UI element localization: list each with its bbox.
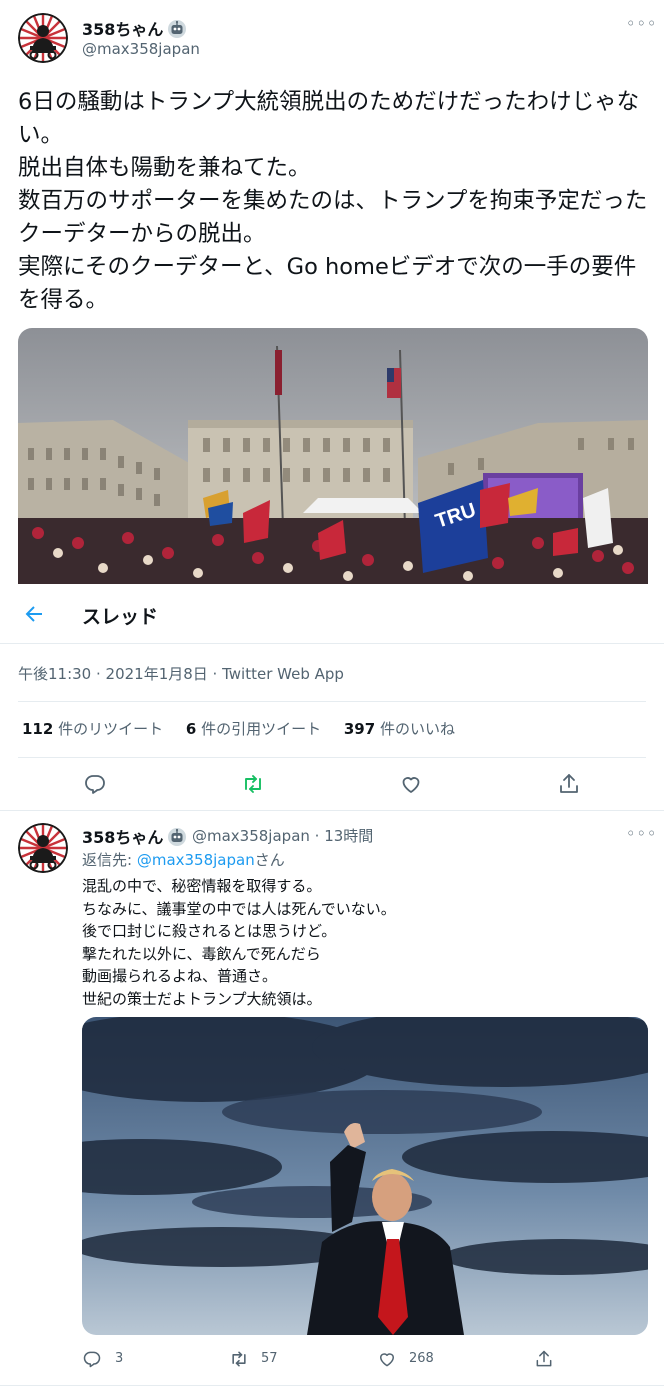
retweet-icon[interactable] bbox=[241, 772, 265, 796]
robot-badge-icon bbox=[167, 827, 187, 847]
tweet-text: 6日の騒動はトランプ大統領脱出のためだけだったわけじゃない。 脱出自体も陽動を兼… bbox=[18, 89, 648, 313]
retweet-icon[interactable] bbox=[229, 1349, 253, 1373]
retweet-count: 57 bbox=[261, 1351, 278, 1366]
crowd-flags-photo: TRU bbox=[18, 328, 648, 584]
divider bbox=[0, 810, 664, 811]
like-count-link[interactable]: 397 件のいいね bbox=[344, 718, 455, 739]
replying-to: 返信先: @max358japanさん bbox=[82, 851, 285, 869]
like-count: 268 bbox=[409, 1351, 434, 1366]
reply-photo[interactable] bbox=[82, 1017, 648, 1335]
tweet-actions bbox=[0, 768, 664, 802]
reply-icon[interactable] bbox=[83, 772, 107, 796]
tweet-photo[interactable]: TRU bbox=[18, 328, 648, 584]
retweet-count-link[interactable]: 112 件のリツイート bbox=[22, 718, 163, 739]
reply-text: 混乱の中で、秘密情報を取得する。 ちなみに、議事堂の中では人は死んでいない。 後… bbox=[82, 877, 396, 1008]
robot-badge-icon bbox=[167, 19, 187, 39]
like-icon[interactable] bbox=[399, 772, 423, 796]
mention-link[interactable]: @max358japan bbox=[137, 851, 255, 869]
display-name[interactable]: 358ちゃん bbox=[82, 824, 187, 848]
reply-actions: 3 57 268 bbox=[0, 1346, 664, 1376]
back-arrow-icon[interactable] bbox=[22, 602, 46, 626]
user-handle[interactable]: @max358japan bbox=[82, 40, 200, 58]
share-icon[interactable] bbox=[534, 1349, 558, 1373]
like-icon[interactable] bbox=[377, 1349, 401, 1373]
avatar[interactable] bbox=[18, 823, 68, 873]
quote-count-link[interactable]: 6 件の引用ツイート bbox=[186, 718, 321, 739]
more-icon[interactable]: ◦◦◦ bbox=[626, 824, 657, 843]
avatar[interactable] bbox=[18, 13, 68, 63]
share-icon[interactable] bbox=[557, 772, 581, 796]
tweet-timestamp[interactable]: 午後11:30 · 2021年1月8日 · Twitter Web App bbox=[18, 663, 344, 684]
more-icon[interactable]: ◦◦◦ bbox=[626, 14, 657, 33]
thread-bar: スレッド bbox=[0, 586, 664, 644]
avatar-image bbox=[18, 13, 68, 63]
divider bbox=[18, 757, 646, 758]
divider bbox=[0, 1385, 664, 1386]
avatar-image bbox=[18, 823, 68, 873]
display-name[interactable]: 358ちゃん bbox=[82, 16, 187, 40]
reply-count: 3 bbox=[115, 1351, 124, 1366]
divider bbox=[18, 701, 646, 702]
user-handle-time[interactable]: @max358japan · 13時間 bbox=[192, 825, 373, 846]
thread-title: スレッド bbox=[82, 606, 159, 628]
raised-fist-photo bbox=[82, 1017, 648, 1335]
tweet-stats: 112 件のリツイート 6 件の引用ツイート 397 件のいいね bbox=[22, 718, 473, 739]
reply-icon[interactable] bbox=[82, 1349, 106, 1373]
